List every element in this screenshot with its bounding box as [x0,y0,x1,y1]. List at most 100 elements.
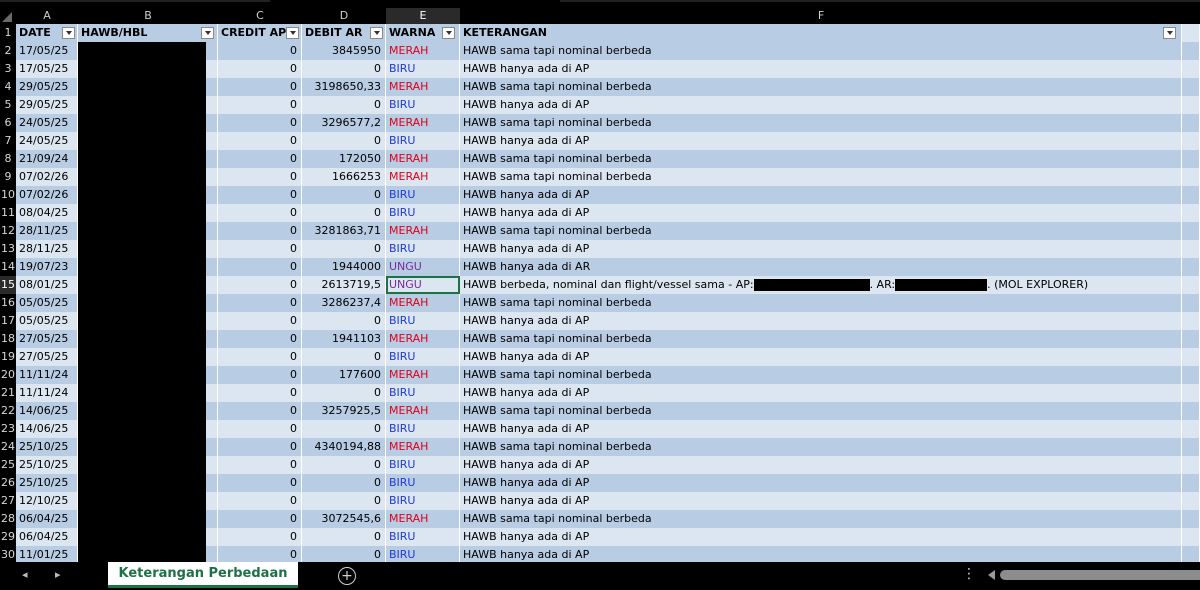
next-sheet-icon[interactable]: ▸ [55,568,61,581]
cell-keterangan[interactable]: HAWB hanya ada di AP [460,528,1182,546]
row-number[interactable]: 12 [0,222,16,240]
row-number[interactable]: 28 [0,510,16,528]
cell-keterangan[interactable]: HAWB sama tapi nominal berbeda [460,114,1182,132]
cell-debit-ar[interactable]: 3072545,6 [302,510,386,528]
cell-debit-ar[interactable]: 0 [302,528,386,546]
cell-date[interactable]: 24/05/25 [16,114,78,132]
cell-date[interactable]: 29/05/25 [16,78,78,96]
header-keterangan[interactable]: KETERANGAN [460,24,1182,42]
cell-warna[interactable]: MERAH [386,330,460,348]
cell-date[interactable]: 28/11/25 [16,240,78,258]
cell-warna[interactable]: BIRU [386,240,460,258]
cell-warna[interactable]: BIRU [386,492,460,510]
cell-debit-ar[interactable]: 0 [302,186,386,204]
header-empty[interactable] [1182,24,1200,42]
cell-date[interactable]: 28/11/25 [16,222,78,240]
cell-credit-ap[interactable]: 0 [218,384,302,402]
cell-warna[interactable]: BIRU [386,60,460,78]
cell-credit-ap[interactable]: 0 [218,42,302,60]
row-number[interactable]: 19 [0,348,16,366]
column-header-b[interactable]: B [78,8,218,24]
filter-dropdown-debit-icon[interactable] [370,27,383,39]
cell-warna[interactable]: MERAH [386,366,460,384]
cell-date[interactable]: 11/11/24 [16,366,78,384]
row-number[interactable]: 13 [0,240,16,258]
sheet-tab-keterangan-perbedaan[interactable]: Keterangan Perbedaan [108,562,298,588]
prev-sheet-icon[interactable]: ◂ [22,568,28,581]
row-number[interactable]: 15 [0,276,16,294]
row-number[interactable]: 5 [0,96,16,114]
cell-date[interactable]: 17/05/25 [16,60,78,78]
row-number[interactable]: 14 [0,258,16,276]
cell-credit-ap[interactable]: 0 [218,510,302,528]
cell-debit-ar[interactable]: 0 [302,204,386,222]
cell-debit-ar[interactable]: 3286237,4 [302,294,386,312]
cell-debit-ar[interactable]: 0 [302,420,386,438]
cell-warna[interactable]: MERAH [386,150,460,168]
cell-warna[interactable]: MERAH [386,222,460,240]
cell-empty[interactable] [1182,96,1200,114]
cell-warna[interactable]: MERAH [386,438,460,456]
cell-empty[interactable] [1182,366,1200,384]
cell-warna[interactable]: MERAH [386,402,460,420]
column-header-e[interactable]: E [386,8,460,24]
row-number[interactable]: 20 [0,366,16,384]
cell-keterangan[interactable]: HAWB sama tapi nominal berbeda [460,78,1182,96]
cell-keterangan[interactable]: HAWB hanya ada di AP [460,96,1182,114]
cell-date[interactable]: 05/05/25 [16,294,78,312]
cell-date[interactable]: 21/09/24 [16,150,78,168]
row-number[interactable]: 17 [0,312,16,330]
cell-warna[interactable]: MERAH [386,294,460,312]
cell-credit-ap[interactable]: 0 [218,438,302,456]
cell-empty[interactable] [1182,474,1200,492]
cell-keterangan[interactable]: HAWB sama tapi nominal berbeda [460,366,1182,384]
cell-warna[interactable]: MERAH [386,42,460,60]
cell-warna[interactable]: BIRU [386,420,460,438]
add-sheet-button[interactable]: + [338,567,356,585]
cell-date[interactable]: 06/04/25 [16,510,78,528]
header-hawb[interactable]: HAWB/HBL [78,24,218,42]
cell-date[interactable]: 19/07/23 [16,258,78,276]
cell-warna[interactable]: BIRU [386,132,460,150]
cell-debit-ar[interactable]: 3198650,33 [302,78,386,96]
cell-date[interactable]: 25/10/25 [16,438,78,456]
filter-dropdown-keterangan-icon[interactable] [1163,27,1176,39]
cell-empty[interactable] [1182,294,1200,312]
cell-date[interactable]: 14/06/25 [16,420,78,438]
cell-keterangan[interactable]: HAWB hanya ada di AP [460,132,1182,150]
cell-credit-ap[interactable]: 0 [218,528,302,546]
cell-credit-ap[interactable]: 0 [218,60,302,78]
cell-date[interactable]: 24/05/25 [16,132,78,150]
row-number[interactable]: 2 [0,42,16,60]
cell-keterangan[interactable]: HAWB hanya ada di AP [460,186,1182,204]
cell-credit-ap[interactable]: 0 [218,96,302,114]
cell-credit-ap[interactable]: 0 [218,348,302,366]
cell-keterangan[interactable]: HAWB berbeda, nominal dan flight/vessel … [460,276,1182,294]
cell-keterangan[interactable]: HAWB sama tapi nominal berbeda [460,294,1182,312]
cell-date[interactable]: 08/04/25 [16,204,78,222]
cell-credit-ap[interactable]: 0 [218,456,302,474]
cell-date[interactable]: 08/01/25 [16,276,78,294]
cell-date[interactable]: 17/05/25 [16,42,78,60]
cell-credit-ap[interactable]: 0 [218,276,302,294]
cell-empty[interactable] [1182,546,1200,562]
cell-empty[interactable] [1182,384,1200,402]
cell-credit-ap[interactable]: 0 [218,186,302,204]
cell-debit-ar[interactable]: 1941103 [302,330,386,348]
row-number[interactable]: 18 [0,330,16,348]
cell-date[interactable]: 14/06/25 [16,402,78,420]
cell-warna[interactable]: BIRU [386,456,460,474]
cell-empty[interactable] [1182,114,1200,132]
cell-keterangan[interactable]: HAWB sama tapi nominal berbeda [460,168,1182,186]
cell-debit-ar[interactable]: 3845950 [302,42,386,60]
cell-date[interactable]: 07/02/26 [16,186,78,204]
cell-credit-ap[interactable]: 0 [218,492,302,510]
cell-empty[interactable] [1182,420,1200,438]
cell-credit-ap[interactable]: 0 [218,78,302,96]
cell-warna[interactable]: MERAH [386,510,460,528]
cell-empty[interactable] [1182,168,1200,186]
row-number[interactable]: 8 [0,150,16,168]
cell-debit-ar[interactable]: 3281863,71 [302,222,386,240]
select-all-button[interactable] [0,8,16,24]
cell-debit-ar[interactable]: 0 [302,384,386,402]
